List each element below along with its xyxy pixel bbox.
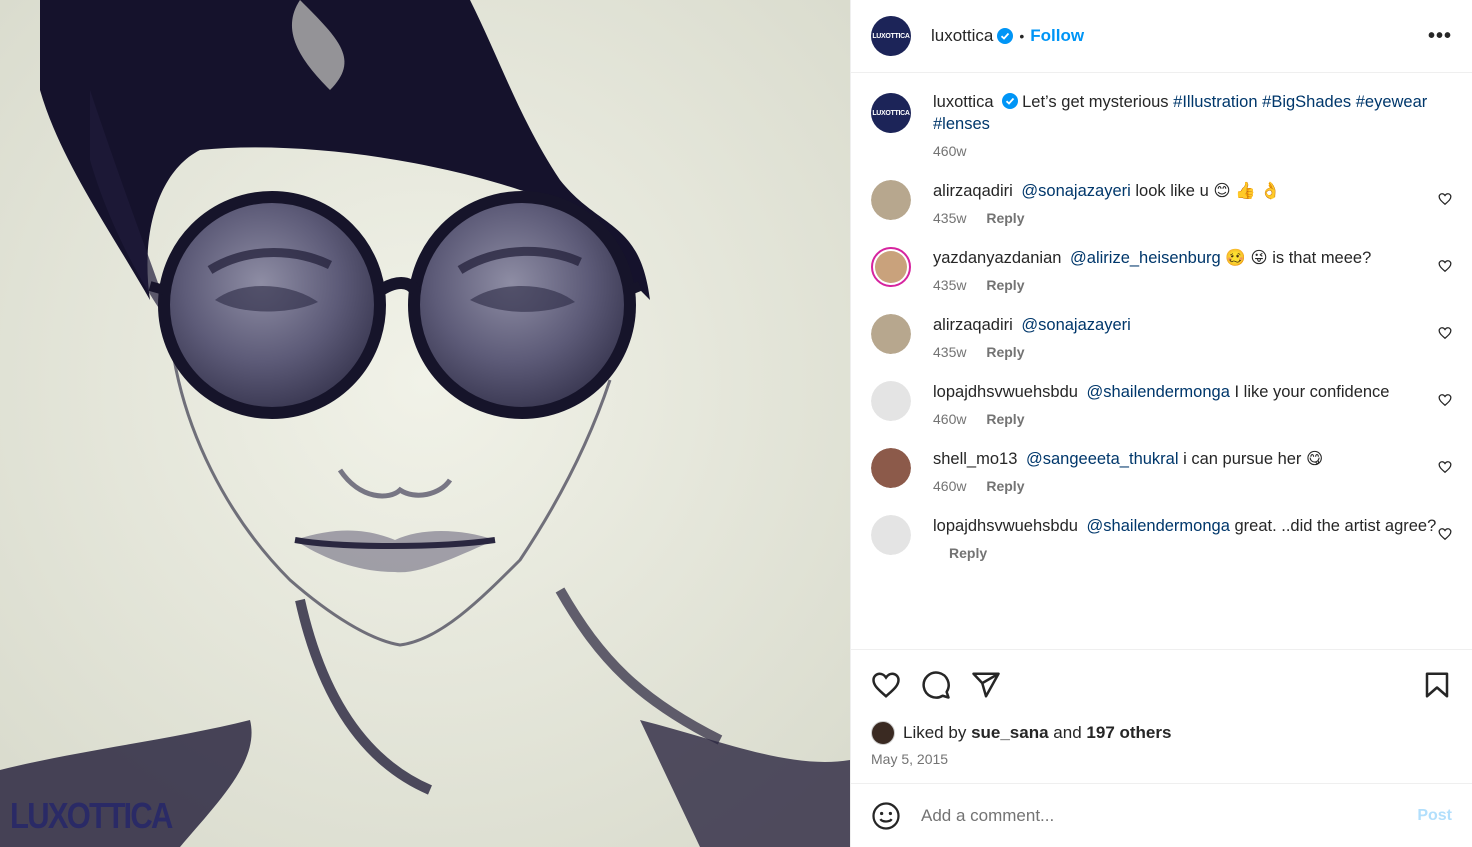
comment-row: yazdanyazdanian @alirize_heisenburg 🥴 😜 … <box>871 247 1452 293</box>
commenter-avatar-image <box>871 381 911 421</box>
caption-username[interactable]: luxottica <box>933 93 994 111</box>
post-side-panel: LUXOTTICA luxottica • Follow ••• LUXOTTI… <box>850 0 1472 847</box>
mention-link[interactable]: @alirize_heisenburg <box>1070 249 1221 267</box>
like-comment-heart-icon[interactable] <box>1438 460 1452 474</box>
add-comment-input[interactable] <box>921 805 1418 826</box>
comment-text: look like u 😊 👍 👌 <box>1135 182 1281 200</box>
post-date: May 5, 2015 <box>871 751 949 767</box>
commenter-username[interactable]: alirzaqadiri <box>933 316 1013 334</box>
comment-row: lopajdhsvwuehsbdu @shailendermonga I lik… <box>871 381 1452 427</box>
commenter-avatar-image <box>871 180 911 220</box>
luxottica-logo: LUXOTTICA <box>10 795 173 836</box>
comment-row: alirzaqadiri @sonajazayeri look like u 😊… <box>871 180 1452 226</box>
more-options-icon[interactable]: ••• <box>1428 25 1452 48</box>
post-image[interactable]: LUXOTTICA <box>0 0 850 847</box>
comments-list[interactable]: LUXOTTICA luxottica Let’s get mysterious… <box>851 73 1472 649</box>
commenter-avatar-image <box>875 251 907 283</box>
like-comment-heart-icon[interactable] <box>1438 393 1452 407</box>
reply-button[interactable]: Reply <box>986 344 1024 360</box>
add-comment-bar: Post <box>851 783 1472 847</box>
likes-others-link[interactable]: 197 others <box>1086 723 1171 742</box>
liker-avatar[interactable] <box>871 721 895 745</box>
caption-time: 460w <box>933 143 967 159</box>
share-icon[interactable] <box>971 670 1001 700</box>
mention-link[interactable]: @sangeeeta_thukral <box>1026 450 1179 468</box>
commenter-avatar-image <box>871 314 911 354</box>
comment-time: 460w <box>933 411 967 427</box>
likes-and: and <box>1053 723 1082 742</box>
likes-summary: Liked by sue_sana and 197 others <box>851 721 1472 745</box>
comment-text: 🥴 😜 is that meee? <box>1225 249 1372 267</box>
commenter-avatar[interactable] <box>871 247 911 287</box>
mention-link[interactable]: @sonajazayeri <box>1021 316 1130 334</box>
reply-button[interactable]: Reply <box>949 545 987 561</box>
heart-icon[interactable] <box>871 670 901 700</box>
like-comment-heart-icon[interactable] <box>1438 527 1452 541</box>
hashtag-link[interactable]: #Illustration <box>1173 93 1257 111</box>
like-comment-heart-icon[interactable] <box>1438 192 1452 206</box>
reply-button[interactable]: Reply <box>986 411 1024 427</box>
emoji-icon[interactable] <box>871 801 901 831</box>
commenter-avatar[interactable] <box>871 381 911 421</box>
comment-text: I like your confidence <box>1234 383 1390 401</box>
comment-text: great. ..did the artist agree? <box>1234 517 1437 535</box>
hashtag-link[interactable]: #lenses <box>933 115 990 133</box>
comment-row: lopajdhsvwuehsbdu @shailendermonga great… <box>871 515 1452 561</box>
post-dialog: LUXOTTICA LUXOTTICA luxottica • Follow •… <box>0 0 1472 847</box>
like-comment-heart-icon[interactable] <box>1438 259 1452 273</box>
verified-badge-icon <box>1001 93 1018 109</box>
commenter-avatar[interactable] <box>871 448 911 488</box>
author-avatar[interactable]: LUXOTTICA <box>871 16 911 56</box>
comment-text: i can pursue her 😋 <box>1183 450 1324 468</box>
post-comment-button[interactable]: Post <box>1417 807 1452 825</box>
action-bar <box>851 649 1472 719</box>
commenter-username[interactable]: yazdanyazdanian <box>933 249 1061 267</box>
comment-time: 460w <box>933 478 967 494</box>
author-username[interactable]: luxottica <box>931 26 993 46</box>
comment-row: alirzaqadiri @sonajazayeri 435w Reply <box>871 314 1452 360</box>
like-comment-heart-icon[interactable] <box>1438 326 1452 340</box>
commenter-avatar-image <box>871 448 911 488</box>
caption-author-avatar[interactable]: LUXOTTICA <box>871 93 911 133</box>
commenter-avatar[interactable] <box>871 180 911 220</box>
header-separator: • <box>1019 28 1025 44</box>
follow-button[interactable]: Follow <box>1030 26 1084 46</box>
commenter-username[interactable]: shell_mo13 <box>933 450 1017 468</box>
commenter-username[interactable]: alirzaqadiri <box>933 182 1013 200</box>
commenter-username[interactable]: lopajdhsvwuehsbdu <box>933 517 1078 535</box>
bookmark-icon[interactable] <box>1422 670 1452 700</box>
hashtag-link[interactable]: #eyewear <box>1356 93 1428 111</box>
mention-link[interactable]: @sonajazayeri <box>1021 182 1130 200</box>
comment-icon[interactable] <box>921 670 951 700</box>
illustration-woman-sunglasses <box>0 0 850 847</box>
likes-prefix: Liked by <box>903 723 967 742</box>
comment-time: 435w <box>933 210 967 226</box>
caption: LUXOTTICA luxottica Let’s get mysterious… <box>871 91 1452 159</box>
commenter-username[interactable]: lopajdhsvwuehsbdu <box>933 383 1078 401</box>
liker-username[interactable]: sue_sana <box>971 723 1049 742</box>
commenter-avatar[interactable] <box>871 515 911 555</box>
comment-time: 435w <box>933 344 967 360</box>
comment-time: 435w <box>933 277 967 293</box>
reply-button[interactable]: Reply <box>986 210 1024 226</box>
hashtag-link[interactable]: #BigShades <box>1262 93 1351 111</box>
comment-row: shell_mo13 @sangeeeta_thukral i can purs… <box>871 448 1452 494</box>
post-header: LUXOTTICA luxottica • Follow ••• <box>851 0 1472 73</box>
verified-badge-icon <box>997 28 1014 44</box>
mention-link[interactable]: @shailendermonga <box>1087 383 1230 401</box>
mention-link[interactable]: @shailendermonga <box>1087 517 1230 535</box>
reply-button[interactable]: Reply <box>986 478 1024 494</box>
commenter-avatar-image <box>871 515 911 555</box>
commenter-avatar[interactable] <box>871 314 911 354</box>
caption-text: Let’s get mysterious <box>1022 93 1169 111</box>
reply-button[interactable]: Reply <box>986 277 1024 293</box>
